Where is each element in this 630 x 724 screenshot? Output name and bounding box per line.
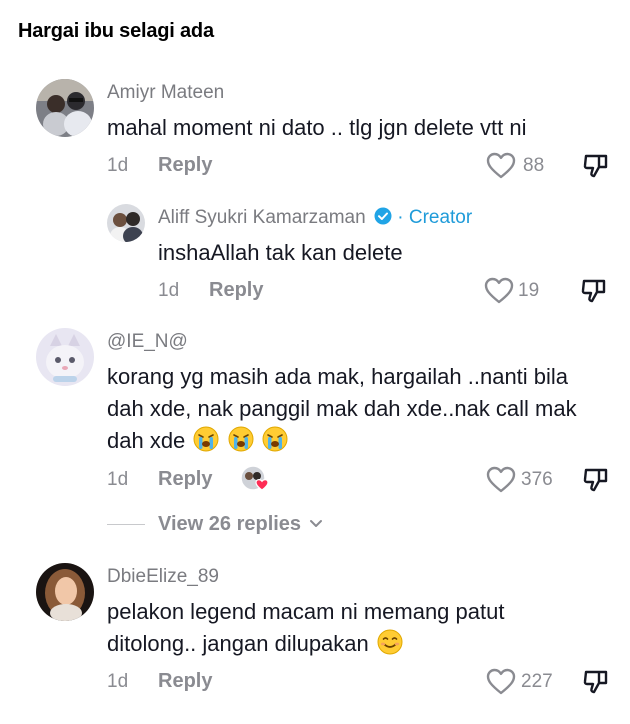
crying-emoji-icon: [193, 426, 219, 452]
comment-username[interactable]: Aliff Syukri Kamarzaman: [158, 207, 366, 228]
like-count: 376: [521, 469, 553, 490]
like-count: 19: [518, 280, 540, 301]
comment-text-content: korang yg masih ada mak, hargailah ..nan…: [107, 364, 577, 453]
like-count: 227: [521, 671, 553, 692]
creator-label: Creator: [408, 207, 473, 228]
crying-emoji-icon: [228, 426, 254, 452]
comment-username[interactable]: Amiyr Mateen: [107, 82, 224, 104]
reply-button[interactable]: Reply: [158, 468, 212, 491]
comment-age: 1d: [107, 671, 129, 692]
dislike-icon[interactable]: [582, 152, 610, 185]
comment-text: mahal moment ni dato .. tlg jgn delete v…: [107, 115, 527, 140]
video-title: Hargai ibu selagi ada: [18, 20, 214, 42]
view-replies-label: View 26 replies: [158, 513, 302, 535]
comment-username[interactable]: DbieElize_89: [107, 566, 219, 588]
avatar-dbieelize[interactable]: [36, 563, 94, 621]
comment-text: pelakon legend macam ni memang patut dit…: [107, 596, 597, 660]
creator-username-row[interactable]: Aliff Syukri Kamarzaman · Creator: [158, 207, 472, 229]
smile-emoji-icon: [377, 629, 403, 655]
avatar-creator[interactable]: [107, 204, 145, 242]
comment-age: 1d: [107, 155, 129, 176]
crying-emoji-icon: [262, 426, 288, 452]
replies-divider: [107, 524, 145, 525]
comment-age: 1d: [158, 280, 180, 301]
reply-button[interactable]: Reply: [158, 670, 212, 693]
verified-badge-icon: [374, 207, 392, 225]
comment-username[interactable]: @IE_N@: [107, 331, 188, 353]
creator-liked-badge-icon: [240, 464, 272, 499]
creator-separator: ·: [397, 207, 404, 228]
dislike-icon[interactable]: [582, 668, 610, 701]
like-count: 88: [523, 155, 545, 176]
comment-text: inshaAllah tak kan delete: [158, 240, 403, 265]
view-replies-button[interactable]: View 26 replies: [158, 513, 323, 536]
heart-outline-icon[interactable]: [486, 466, 516, 498]
dislike-icon[interactable]: [580, 277, 608, 310]
avatar-ie-n[interactable]: [36, 328, 94, 386]
comment-age: 1d: [107, 469, 129, 490]
reply-button[interactable]: Reply: [209, 279, 263, 302]
heart-outline-icon[interactable]: [486, 152, 516, 184]
dislike-icon[interactable]: [582, 466, 610, 499]
chevron-down-icon: [309, 520, 322, 527]
reply-button[interactable]: Reply: [158, 154, 212, 177]
heart-outline-icon[interactable]: [486, 668, 516, 700]
comment-text-content: pelakon legend macam ni memang patut dit…: [107, 599, 505, 656]
avatar-amiyr[interactable]: [36, 79, 94, 137]
comment-text: korang yg masih ada mak, hargailah ..nan…: [107, 361, 597, 457]
heart-outline-icon[interactable]: [484, 277, 514, 309]
